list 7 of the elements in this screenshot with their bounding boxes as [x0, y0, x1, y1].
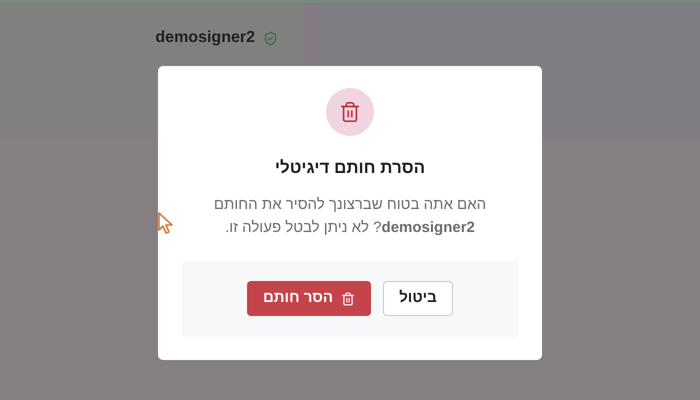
signer-name: demosigner2 [155, 28, 255, 48]
remove-button[interactable]: הסר חותם [247, 281, 371, 316]
cancel-button[interactable]: ביטול [383, 281, 453, 316]
dialog-title: הסרת חותם דיגיטלי [274, 157, 426, 179]
shield-check-icon [263, 30, 278, 46]
trash-icon [341, 292, 356, 306]
trash-icon [326, 88, 374, 136]
